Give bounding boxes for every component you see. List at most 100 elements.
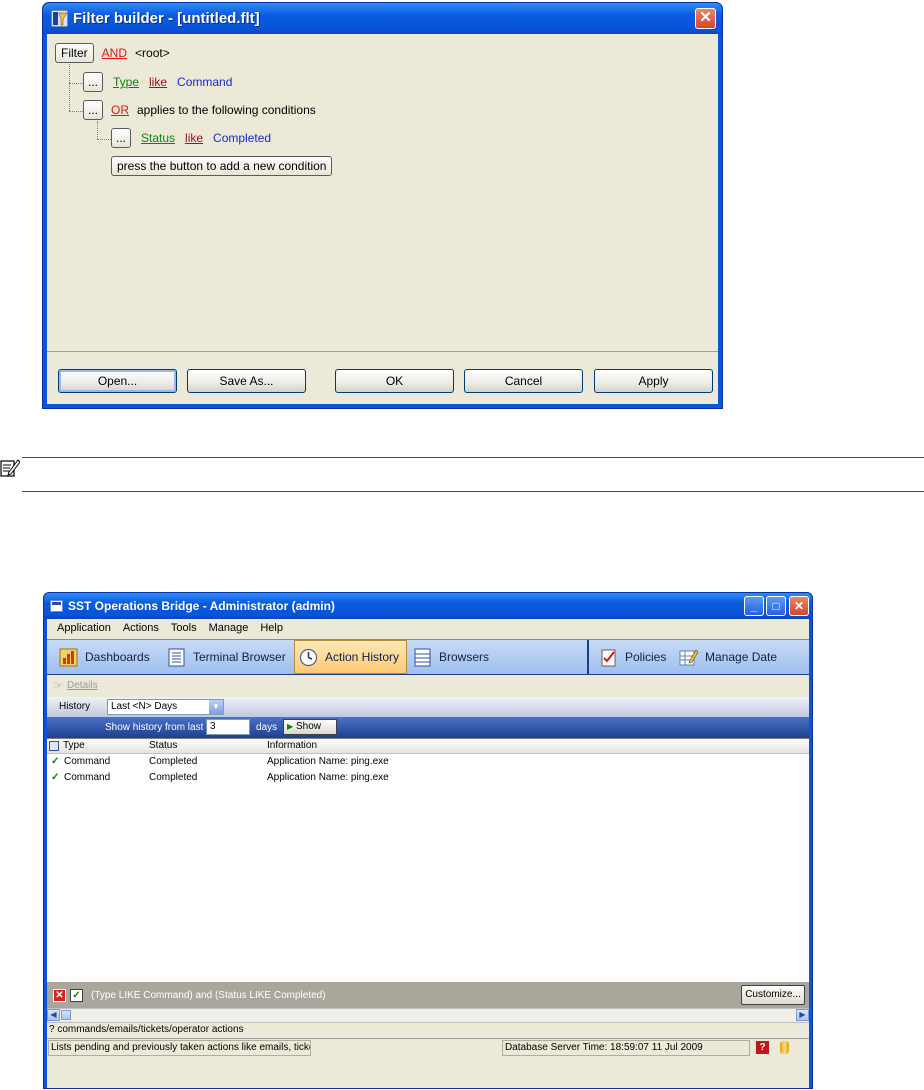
add-condition-button[interactable]: press the button to add a new condition: [111, 156, 333, 176]
menu-manage[interactable]: Manage: [203, 619, 255, 639]
filter-builder-window: Filter builder - [untitled.flt] ✕ Filter…: [42, 2, 723, 409]
condition-menu-button[interactable]: ...: [111, 128, 131, 148]
ok-button[interactable]: OK: [335, 369, 454, 393]
days-input[interactable]: 3: [206, 719, 250, 735]
condition-value-link[interactable]: Completed: [213, 131, 271, 145]
status-server-time: Database Server Time: 18:59:07 11 Jul 20…: [502, 1040, 750, 1056]
tab-label: Manage Date: [705, 650, 778, 664]
menu-tools[interactable]: Tools: [165, 619, 203, 639]
status-message: Lists pending and previously taken actio…: [48, 1040, 311, 1056]
tree-line: [97, 139, 111, 140]
filter-enabled-checkbox[interactable]: ✓: [70, 989, 83, 1002]
show-history-label: Show history from last: [105, 722, 204, 733]
tab-policies[interactable]: Policies: [595, 640, 675, 674]
details-button[interactable]: Details: [67, 680, 98, 691]
minimize-icon: _: [750, 599, 758, 613]
app-window-icon: [50, 600, 63, 612]
tab-action-history[interactable]: Action History: [294, 640, 407, 674]
tab-label: Policies: [625, 650, 667, 664]
manage-data-icon: [679, 649, 698, 665]
policies-icon: [601, 649, 616, 666]
condition-status: ... Status like Completed: [111, 128, 271, 148]
history-bar: History Last <N> Days ▼: [47, 697, 809, 717]
filter-expression[interactable]: (Type LIKE Command) and (Status LIKE Com…: [91, 990, 326, 1001]
description-bar: ? commands/emails/tickets/operator actio…: [47, 1022, 809, 1037]
show-button[interactable]: ▶ Show: [283, 719, 337, 735]
condition-operator-link[interactable]: like: [149, 75, 167, 89]
details-toolbar: ☞ Details: [47, 675, 809, 697]
apply-button[interactable]: Apply: [594, 369, 713, 393]
group-operator-link[interactable]: OR: [111, 103, 129, 117]
check-icon: ✓: [51, 772, 60, 783]
menu-application[interactable]: Application: [47, 619, 117, 639]
menu-bar: Application Actions Tools Manage Help: [47, 619, 809, 639]
details-icon: ☞: [53, 680, 63, 692]
row-type: Command: [64, 772, 111, 783]
note-rule-bottom: [22, 491, 924, 492]
tab-label: Browsers: [439, 650, 490, 664]
tab-label: Action History: [325, 650, 400, 664]
tab-manage-data[interactable]: Manage Date: [675, 640, 809, 674]
tab-label: Dashboards: [85, 650, 150, 664]
close-button[interactable]: ✕: [695, 8, 716, 29]
condition-menu-button[interactable]: ...: [83, 72, 103, 92]
close-icon: ✕: [699, 9, 712, 26]
condition-operator-link[interactable]: like: [185, 131, 203, 145]
maximize-icon: □: [772, 599, 780, 613]
menu-actions[interactable]: Actions: [117, 619, 165, 639]
tab-dashboards[interactable]: Dashboards: [55, 640, 161, 674]
group-menu-button[interactable]: ...: [83, 100, 103, 120]
tab-separator: [587, 640, 589, 674]
action-history-grid: Type Status Information ✓ Command Comple…: [47, 738, 809, 982]
tree-line: [97, 121, 98, 139]
grid-header: Type Status Information: [47, 739, 809, 754]
tab-terminal-browser[interactable]: Terminal Browser: [163, 640, 293, 674]
close-button[interactable]: ✕: [789, 596, 809, 616]
check-icon: ✓: [51, 756, 60, 767]
table-row[interactable]: ✓ Command Completed Application Name: pi…: [47, 755, 809, 770]
status-bar: Lists pending and previously taken actio…: [47, 1038, 809, 1056]
tree-line: [69, 111, 83, 112]
root-operator-link[interactable]: AND: [102, 46, 127, 60]
scroll-left-icon[interactable]: ◀: [47, 1009, 60, 1021]
column-header-type[interactable]: Type: [63, 740, 85, 751]
scroll-right-icon[interactable]: ▶: [796, 1009, 809, 1021]
open-button[interactable]: Open...: [58, 369, 177, 393]
terminal-browser-icon: [168, 648, 185, 666]
customize-button[interactable]: Customize...: [741, 985, 805, 1005]
column-chooser-icon[interactable]: [49, 741, 59, 751]
minimize-button[interactable]: _: [744, 596, 764, 616]
table-row[interactable]: ✓ Command Completed Application Name: pi…: [47, 771, 809, 786]
maximize-button[interactable]: □: [766, 596, 786, 616]
clock-icon: [299, 648, 318, 666]
history-select[interactable]: Last <N> Days ▼: [107, 699, 224, 715]
condition-value-link[interactable]: Command: [177, 75, 232, 89]
dashboard-icon: [59, 648, 78, 666]
filter-root-button[interactable]: Filter: [55, 43, 94, 63]
chevron-down-icon[interactable]: ▼: [209, 700, 223, 714]
tree-root: Filter AND <root>: [55, 43, 170, 63]
clear-filter-icon[interactable]: ✕: [53, 989, 66, 1002]
sst-title: SST Operations Bridge - Administrator (a…: [68, 599, 335, 613]
row-status: Completed: [149, 772, 198, 783]
row-information: Application Name: ping.exe: [267, 772, 389, 783]
tree-line: [69, 61, 70, 111]
scroll-thumb[interactable]: [61, 1010, 71, 1020]
column-header-information[interactable]: Information: [267, 740, 317, 751]
filter-builder-titlebar[interactable]: Filter builder - [untitled.flt] ✕: [43, 3, 722, 34]
condition-field-link[interactable]: Status: [141, 131, 175, 145]
horizontal-scrollbar[interactable]: ◀ ▶: [47, 1008, 809, 1021]
help-icon[interactable]: ?: [756, 1041, 769, 1054]
tab-browsers[interactable]: Browsers: [409, 640, 519, 674]
cancel-button[interactable]: Cancel: [464, 369, 583, 393]
condition-field-link[interactable]: Type: [113, 75, 139, 89]
sst-titlebar[interactable]: SST Operations Bridge - Administrator (a…: [44, 593, 812, 619]
group-label: applies to the following conditions: [137, 103, 316, 117]
column-header-status[interactable]: Status: [149, 740, 177, 751]
tab-label: Terminal Browser: [193, 650, 286, 664]
show-button-label: Show: [296, 721, 322, 732]
note-icon: [0, 459, 20, 477]
menu-help[interactable]: Help: [254, 619, 289, 639]
save-as-button[interactable]: Save As...: [187, 369, 306, 393]
close-icon: ✕: [793, 599, 805, 613]
